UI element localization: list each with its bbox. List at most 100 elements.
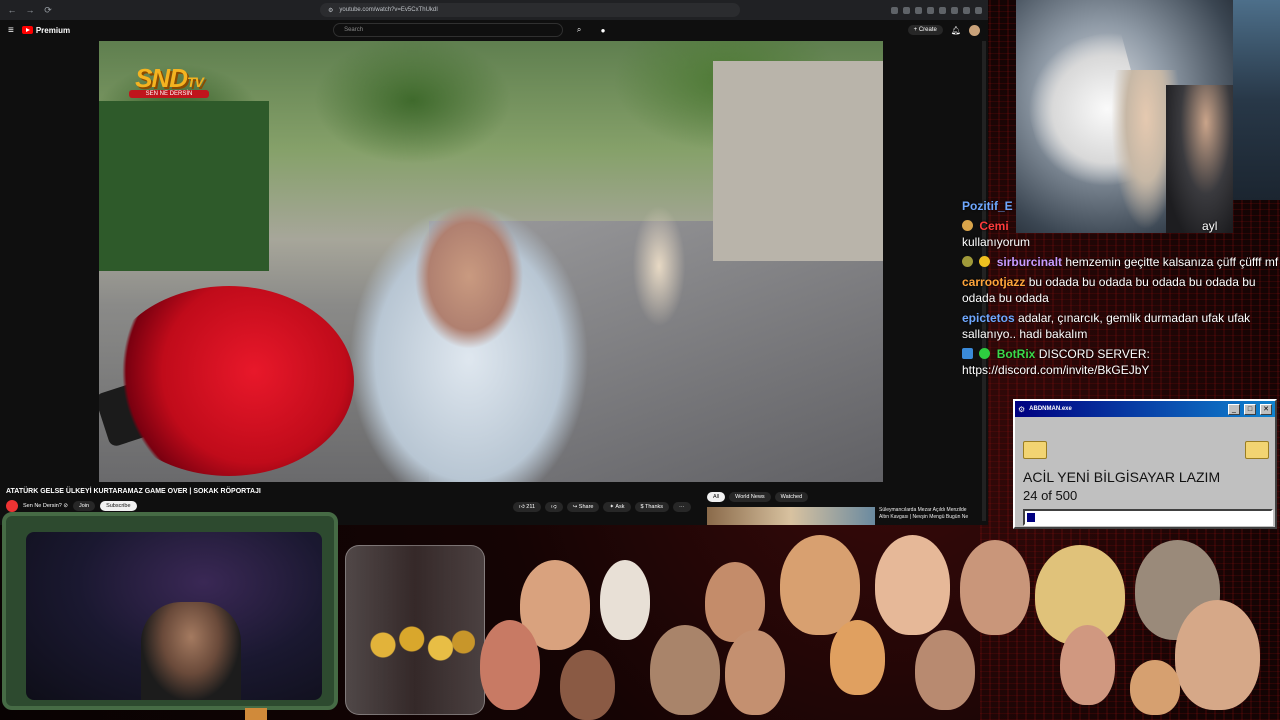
video-player[interactable]: SNDTV SEN NE DERSİN — [99, 41, 883, 482]
ask-label: Ask — [615, 504, 625, 510]
video-building — [713, 61, 883, 261]
extension-icon[interactable] — [915, 6, 922, 14]
window-titlebar: ⚙ ABDNMAN.exe _ □ ✕ — [1015, 401, 1275, 417]
create-button[interactable]: + Create — [907, 25, 943, 35]
minimize-button[interactable]: _ — [1228, 403, 1240, 415]
extension-icons — [891, 6, 982, 14]
thanks-label: Thanks — [645, 504, 664, 510]
recommended-video[interactable]: Süleymancılarda Mezar Açıldı Menzilde Al… — [707, 507, 987, 525]
account-avatar[interactable] — [969, 24, 980, 36]
extension-icon[interactable] — [891, 6, 898, 14]
like-button[interactable]: 👍︎ 211 — [513, 502, 542, 512]
browser-toolbar: ← → ⟳ ⚙ youtube.com/watch?v=Ev5CxThUkdI — [0, 0, 988, 20]
share-label: Share — [578, 504, 594, 510]
recommendation-filters: All World News Watched — [707, 492, 809, 502]
donation-goal-window: ⚙ ABDNMAN.exe _ □ ✕ ACİL YENİ BİLGİSAYAR… — [1013, 399, 1277, 529]
hamburger-menu-icon[interactable]: ≡ — [8, 25, 14, 36]
share-button[interactable]: ↪ Share — [566, 502, 600, 512]
microphone-icon[interactable]: ● — [595, 23, 611, 37]
join-button[interactable]: Join — [72, 501, 96, 511]
recommended-title[interactable]: Süleymancılarda Mezar Açıldı Menzilde Al… — [879, 507, 968, 525]
collage-face — [1060, 625, 1115, 705]
search-icon[interactable]: ⌕ — [571, 23, 587, 37]
recommended-title-line-2: Altın Kavgası | Nevşin Mengü Bugün Ne — [879, 514, 969, 520]
back-icon[interactable]: ← — [6, 5, 18, 15]
app-icon: ⚙ — [1018, 404, 1026, 414]
forward-icon[interactable]: → — [24, 5, 36, 15]
chat-message: Pozitif_E — [962, 198, 1280, 214]
notifications-bell-icon[interactable]: 🔔︎ — [951, 26, 961, 35]
collage-face — [875, 535, 950, 635]
chat-message: carrootjazz bu odada bu odada bu odada b… — [962, 274, 1280, 306]
collage-face — [725, 630, 785, 715]
ask-button[interactable]: ✦ Ask — [603, 502, 631, 512]
collage-face — [560, 650, 615, 720]
webcam-frame-stand — [245, 708, 267, 720]
chat-username: carrootjazz — [962, 275, 1026, 289]
chat-text: kullanıyorum — [962, 235, 1031, 249]
chat-badge-icon — [962, 256, 973, 267]
chat-message: epictetos adalar, çınarcık, gemlik durma… — [962, 310, 1280, 342]
video-actions: 👍︎ 211 👎︎ ↪ Share ✦ Ask $ Thanks ··· — [513, 502, 691, 512]
webcam-frame — [2, 512, 338, 710]
collage-face — [1175, 600, 1260, 710]
browser-menu-icon[interactable] — [975, 6, 982, 14]
filter-chip-watched[interactable]: Watched — [774, 492, 809, 502]
maximize-button[interactable]: □ — [1244, 403, 1256, 415]
video-title: ATATÜRK GELSE ÜLKEYİ KURTARAMAZ GAME OVE… — [6, 488, 261, 495]
extension-icon[interactable] — [927, 6, 934, 14]
filter-chip-all[interactable]: All — [707, 492, 726, 502]
donation-progress-fill — [1025, 511, 1037, 524]
watermark-snd: SND — [135, 63, 188, 93]
video-interviewee — [289, 161, 649, 482]
video-microphone — [104, 286, 354, 476]
search-input[interactable]: Search — [333, 23, 564, 37]
chat-message: kullanıyorum — [962, 234, 1280, 250]
extension-icon[interactable] — [903, 6, 910, 14]
side-image-strip — [1233, 0, 1280, 200]
extension-icon[interactable] — [963, 6, 970, 14]
thumbs-down-icon: 👎︎ — [551, 504, 557, 510]
dislike-button[interactable]: 👎︎ — [545, 502, 563, 512]
close-button[interactable]: ✕ — [1260, 403, 1272, 415]
chat-badge-icon — [962, 220, 973, 231]
chat-bot-badge-icon — [962, 348, 973, 359]
watermark-tv: TV — [187, 74, 204, 90]
chat-sub-badge-icon — [979, 256, 991, 267]
thanks-button[interactable]: $ Thanks — [634, 502, 670, 512]
reload-icon[interactable]: ⟳ — [42, 5, 54, 16]
channel-avatar[interactable] — [6, 500, 18, 512]
url-text: youtube.com/watch?v=Ev5CxThUkdI — [339, 7, 438, 13]
address-bar[interactable]: ⚙ youtube.com/watch?v=Ev5CxThUkdI — [320, 3, 740, 17]
chat-text-fragment: ayl — [1202, 219, 1218, 233]
recommended-title-line-1: Süleymancılarda Mezar Açıldı Menzilde — [879, 507, 967, 513]
folder-icon — [1023, 441, 1047, 459]
collage-face — [780, 535, 860, 635]
chat-message: sirburcinalt hemzemin geçitte kalsanıza … — [962, 254, 1280, 270]
collage-ball — [1130, 660, 1180, 715]
collage-chicken-leg — [600, 560, 650, 640]
extension-icon[interactable] — [951, 6, 958, 14]
webcam-feed — [26, 532, 322, 700]
youtube-logo-label: Premium — [35, 25, 71, 35]
more-actions-button[interactable]: ··· — [673, 502, 691, 512]
channel-watermark-logo: SNDTV SEN NE DERSİN — [129, 63, 209, 107]
extension-icon[interactable] — [939, 6, 946, 14]
chat-username: BotRix — [996, 347, 1036, 361]
stream-chat: Pozitif_E Cemi ayl kullanıyorum sirburci… — [962, 198, 1280, 382]
channel-name[interactable]: Sen Ne Dersin? ⊘ — [23, 503, 68, 509]
chat-text: DISCORD SERVER: https://discord.com/invi… — [962, 347, 1150, 377]
site-info-icon[interactable]: ⚙ — [328, 7, 333, 14]
recommended-thumbnail[interactable] — [707, 507, 875, 525]
channel-row: Sen Ne Dersin? ⊘ Join Subscribe — [6, 500, 137, 512]
gold-coins — [360, 615, 475, 675]
chat-username: epictetos — [962, 311, 1015, 325]
chat-username: Pozitif_E — [962, 199, 1013, 213]
subscribe-button[interactable]: Subscribe — [100, 501, 137, 511]
youtube-play-icon — [21, 26, 33, 34]
collage-face — [480, 620, 540, 710]
filter-chip-world-news[interactable]: World News — [729, 492, 771, 502]
youtube-logo[interactable]: Premium — [21, 25, 71, 35]
chat-username: Cemi — [979, 219, 1009, 233]
screen: ← → ⟳ ⚙ youtube.com/watch?v=Ev5CxThUkdI … — [0, 0, 1280, 720]
